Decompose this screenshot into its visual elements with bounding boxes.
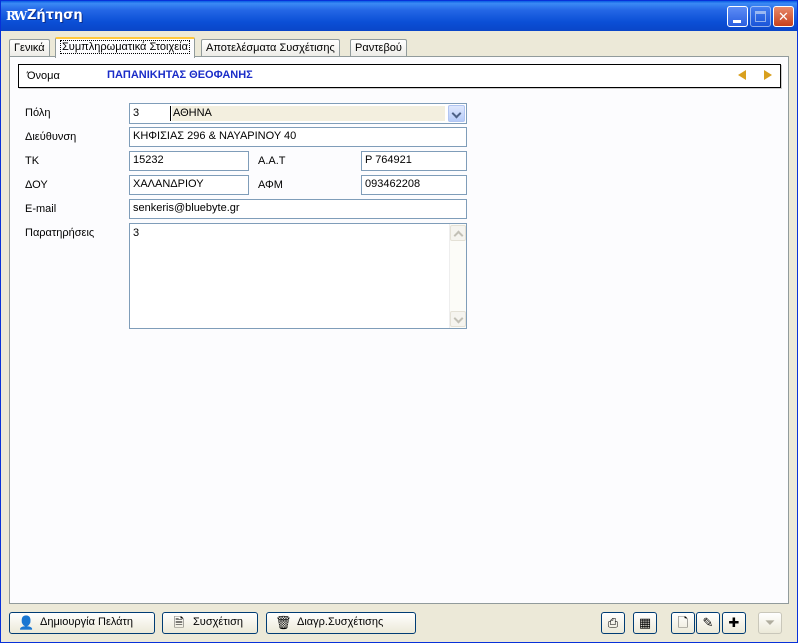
aat-field[interactable]: Ρ 764921 bbox=[361, 151, 467, 171]
create-client-button[interactable]: 👤 Δημιουργία Πελάτη bbox=[9, 612, 155, 634]
city-select[interactable]: 3 ΑΘΗΝΑ bbox=[129, 103, 467, 124]
grid-button[interactable]: ▦ bbox=[633, 612, 657, 634]
create-client-label: Δημιουργία Πελάτη bbox=[40, 616, 134, 628]
email-label: E-mail bbox=[25, 203, 57, 215]
chevron-down-icon[interactable] bbox=[448, 105, 465, 122]
pen-icon: ✎ bbox=[702, 615, 714, 630]
close-button[interactable]: ✕ bbox=[773, 6, 794, 27]
document-button[interactable]: 🗋 bbox=[671, 612, 695, 634]
delete-icon: 🗑 bbox=[275, 615, 292, 630]
correlate-label: Συσχέτιση bbox=[193, 616, 243, 628]
tk-field[interactable]: 15232 bbox=[129, 151, 249, 171]
add-tool-button[interactable]: ✚ bbox=[722, 612, 746, 634]
tk-label: ΤΚ bbox=[25, 155, 40, 167]
correlate-button[interactable]: 🗎 Συσχέτιση bbox=[162, 612, 258, 634]
edit-button[interactable]: ✎ bbox=[696, 612, 720, 634]
aat-label: Α.Α.Τ bbox=[258, 155, 286, 167]
minimize-button[interactable] bbox=[727, 6, 748, 27]
address-label: Διεύθυνση bbox=[25, 131, 77, 143]
app-logo-icon: RW bbox=[6, 9, 27, 23]
scroll-down-icon[interactable] bbox=[450, 311, 466, 327]
afm-field[interactable]: 093462208 bbox=[361, 175, 467, 195]
notes-label: Παρατηρήσεις bbox=[25, 227, 95, 239]
scroll-up-icon[interactable] bbox=[450, 225, 466, 241]
tab-panel: Όνομα ΠΑΠΑΝΙΚΗΤΑΣ ΘΕΟΦΑΝΗΣ Πόλη 3 ΑΘΗΝΑ … bbox=[9, 56, 789, 604]
tab-supplementary-label: Συμπληρωματικά Στοιχεία bbox=[60, 40, 190, 54]
add-tool-icon: ✚ bbox=[728, 615, 740, 630]
printer-icon: ⎙ bbox=[607, 615, 619, 630]
app-window: RW Ζήτηση ✕ Γενικά Συμπληρωματικά Στοιχε… bbox=[0, 0, 798, 643]
name-label: Όνομα bbox=[27, 70, 60, 82]
add-user-icon: 👤 bbox=[18, 615, 35, 630]
doy-field[interactable]: ΧΑΛΑΝΔΡΙΟΥ bbox=[129, 175, 249, 195]
afm-label: ΑΦΜ bbox=[258, 179, 283, 191]
close-icon: ✕ bbox=[778, 9, 789, 24]
city-label: Πόλη bbox=[25, 107, 51, 119]
email-field[interactable]: senkeris@bluebyte.gr bbox=[129, 199, 467, 219]
address-field[interactable]: ΚΗΦΙΣΙΑΣ 296 & ΝΑΥΑΡΙΝΟΥ 40 bbox=[129, 127, 467, 147]
tab-appointments[interactable]: Ραντεβού bbox=[350, 39, 407, 57]
tab-supplementary[interactable]: Συμπληρωματικά Στοιχεία bbox=[55, 37, 195, 58]
minimize-icon bbox=[733, 20, 741, 23]
notes-scrollbar[interactable] bbox=[449, 224, 466, 328]
next-record-icon[interactable] bbox=[764, 70, 772, 80]
bottom-toolbar: 👤 Δημιουργία Πελάτη 🗎 Συσχέτιση 🗑 Διαγρ.… bbox=[1, 605, 797, 642]
title-bar[interactable]: RW Ζήτηση ✕ bbox=[1, 1, 797, 31]
name-value: ΠΑΠΑΝΙΚΗΤΑΣ ΘΕΟΦΑΝΗΣ bbox=[107, 69, 253, 81]
document-icon: 🗋 bbox=[677, 615, 689, 630]
city-name: ΑΘΗΝΑ bbox=[172, 106, 445, 121]
notes-textarea[interactable]: 3 bbox=[129, 223, 467, 329]
text-cursor bbox=[170, 106, 171, 121]
filter-button: ⏷ bbox=[758, 612, 782, 634]
doy-label: ΔΟΥ bbox=[25, 179, 48, 191]
maximize-icon bbox=[755, 11, 766, 22]
tab-general[interactable]: Γενικά bbox=[9, 39, 50, 57]
grid-icon: ▦ bbox=[638, 615, 652, 630]
link-icon: 🗎 bbox=[173, 615, 185, 630]
delete-correlation-button[interactable]: 🗑 Διαγρ.Συσχέτισης bbox=[266, 612, 416, 634]
previous-record-icon[interactable] bbox=[738, 70, 746, 80]
maximize-button bbox=[750, 6, 771, 27]
city-code: 3 bbox=[133, 107, 140, 119]
notes-value: 3 bbox=[133, 227, 140, 239]
name-header: Όνομα ΠΑΠΑΝΙΚΗΤΑΣ ΘΕΟΦΑΝΗΣ bbox=[18, 64, 781, 88]
window-title: Ζήτηση bbox=[27, 8, 83, 23]
filter-icon: ⏷ bbox=[764, 615, 776, 630]
print-button[interactable]: ⎙ bbox=[601, 612, 625, 634]
delete-correlation-label: Διαγρ.Συσχέτισης bbox=[297, 616, 384, 628]
tab-correlation-results[interactable]: Αποτελέσματα Συσχέτισης bbox=[201, 39, 340, 57]
